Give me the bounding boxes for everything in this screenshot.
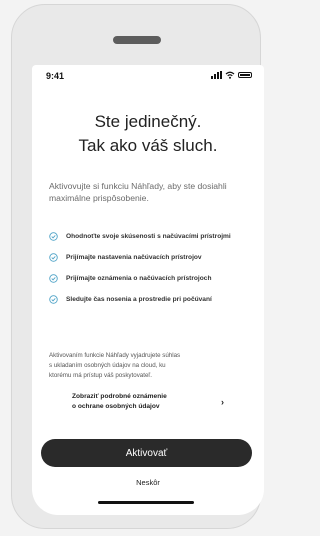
title-line-1: Ste jedinečný. [94, 112, 202, 131]
feature-label: Prijímajte oznámenia o načúvacích prístr… [66, 275, 212, 282]
phone-speaker [113, 36, 161, 44]
check-circle-icon [49, 232, 58, 241]
privacy-link-line: Zobraziť podrobné oznámenie [72, 393, 167, 400]
privacy-link-line: o ochrane osobných údajov [72, 403, 160, 410]
home-indicator [98, 501, 194, 504]
check-circle-icon [49, 274, 58, 283]
feature-label: Prijímajte nastavenia načúvacích prístro… [66, 254, 202, 261]
status-time: 9:41 [46, 71, 65, 81]
phone-frame: 9:41 Ste jedinečný. Tak ako váš sluch. A… [11, 4, 264, 529]
consent-line: s ukladaním osobných údajov na cloud, ku [49, 362, 166, 369]
consent-text: Aktivovaním funkcie Náhľady vyjadrujete … [49, 351, 249, 381]
later-button[interactable]: Neskôr [32, 478, 264, 487]
status-bar: 9:41 [32, 65, 264, 89]
battery-icon [238, 72, 252, 78]
title-line-2: Tak ako váš sluch. [78, 136, 218, 155]
page-title: Ste jedinečný. Tak ako váš sluch. [32, 110, 264, 158]
feature-label: Sledujte čas nosenia a prostredie pri po… [66, 296, 212, 303]
signal-icon [211, 71, 222, 79]
wifi-icon [225, 71, 235, 79]
phone-screen: 9:41 Ste jedinečný. Tak ako váš sluch. A… [32, 65, 264, 515]
status-icons [211, 71, 252, 79]
check-circle-icon [49, 295, 58, 304]
feature-label: Ohodnoťte svoje skúsenosti s načúvacími … [66, 233, 231, 240]
activate-button[interactable]: Aktivovať [41, 439, 252, 467]
privacy-notice-link[interactable]: Zobraziť podrobné oznámenie o ochrane os… [72, 392, 232, 412]
feature-item: Prijímajte nastavenia načúvacích prístro… [49, 247, 264, 268]
feature-item: Prijímajte oznámenia o načúvacích prístr… [49, 268, 264, 289]
consent-line: ktorému má prístup váš poskytovateľ. [49, 372, 152, 379]
feature-list: Ohodnoťte svoje skúsenosti s načúvacími … [49, 226, 264, 310]
check-circle-icon [49, 253, 58, 262]
chevron-right-icon: › [221, 397, 224, 407]
feature-item: Ohodnoťte svoje skúsenosti s načúvacími … [49, 226, 264, 247]
subtitle: Aktivovujte si funkciu Náhľady, aby ste … [49, 181, 227, 203]
feature-item: Sledujte čas nosenia a prostredie pri po… [49, 289, 264, 310]
consent-line: Aktivovaním funkcie Náhľady vyjadrujete … [49, 352, 181, 359]
privacy-link-label: Zobraziť podrobné oznámenie o ochrane os… [72, 392, 167, 412]
